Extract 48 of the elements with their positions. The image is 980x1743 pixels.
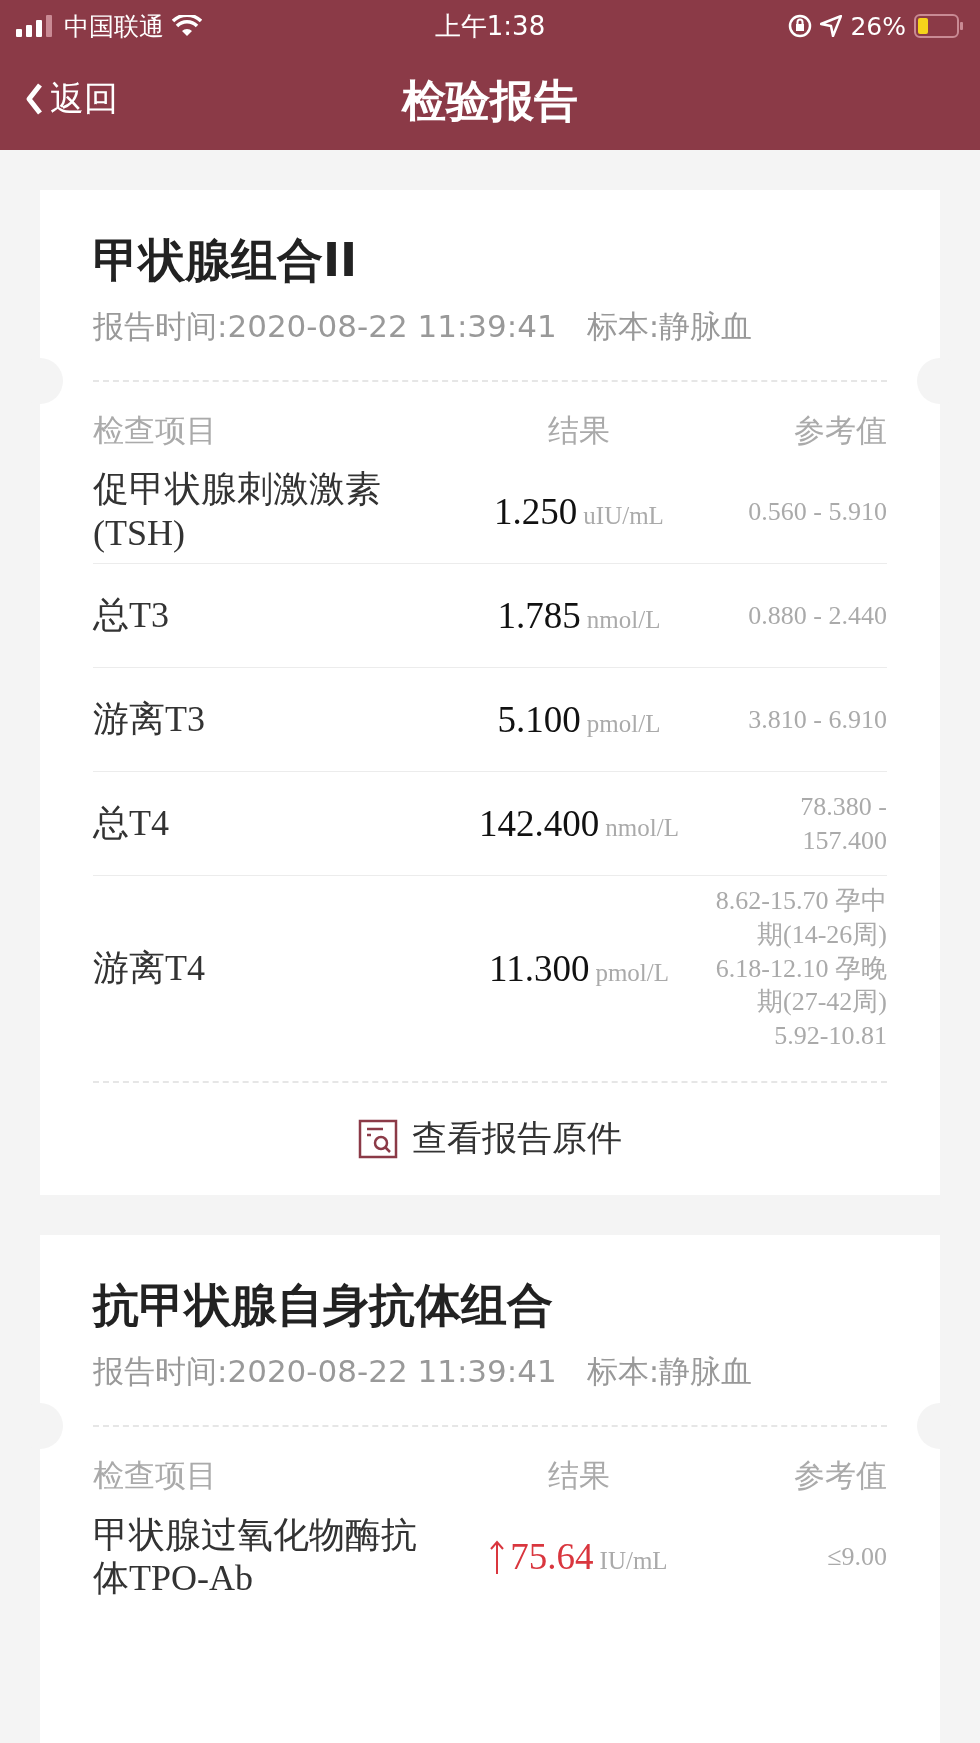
page-title: 检验报告 [402, 73, 578, 128]
reference-range: 0.560 - 5.910 [747, 495, 887, 528]
specimen-type: 标本:静脉血 [586, 307, 753, 346]
column-header: 参考值 [793, 411, 887, 450]
back-button[interactable]: 返回 [24, 76, 118, 122]
reference-range: 8.62-15.70 孕中期(14-26周) 6.18-12.10 孕晚期(27-42周) 5.92-10.81 [715, 885, 887, 1053]
result-unit: pmol/L [586, 710, 661, 738]
result-value: 1.250 [494, 490, 578, 533]
carrier-name: 中国联通 [64, 10, 164, 43]
location-arrow-icon [820, 15, 843, 37]
column-header: 检查项目 [93, 411, 218, 450]
result-unit: uIU/mL [583, 502, 664, 530]
test-name: 总T3 [93, 593, 170, 637]
test-name: 游离T4 [93, 946, 206, 990]
result-value: 75.64 [510, 1535, 594, 1579]
specimen-type: 标本:静脉血 [586, 1352, 753, 1391]
reference-range: 3.810 - 6.910 [747, 703, 887, 736]
rotation-lock-icon [788, 14, 813, 38]
battery-icon [914, 14, 964, 38]
reference-range: 0.880 - 2.440 [747, 599, 887, 632]
report-time: 报告时间:2020-08-22 11:39:41 [93, 307, 557, 346]
document-search-icon [358, 1119, 398, 1159]
status-time: 上午1:38 [434, 9, 546, 43]
result-value: 11.300 [489, 947, 590, 990]
reference-range: 78.380 - 157.400 [799, 790, 887, 857]
report-title: 抗甲状腺自身抗体组合 [93, 1277, 554, 1334]
result-value: 5.100 [497, 698, 581, 741]
result-value: 1.785 [497, 594, 581, 637]
column-header: 结果 [547, 411, 611, 450]
wifi-icon [172, 15, 202, 37]
result-value: 142.400 [479, 802, 600, 845]
column-header: 参考值 [793, 1456, 887, 1495]
reference-range: ≤9.00 [826, 1541, 887, 1574]
test-name: 总T4 [93, 801, 170, 845]
report-title: 甲状腺组合II [93, 232, 359, 289]
column-header: 结果 [547, 1456, 611, 1495]
column-header: 检查项目 [93, 1456, 218, 1495]
view-original-report-button[interactable]: 查看报告原件 [358, 1115, 622, 1163]
test-name: 促甲状腺刺激激素(TSH) [93, 468, 382, 555]
test-name: 甲状腺过氧化物酶抗体TPO-Ab [93, 1513, 418, 1600]
battery-percent: 26% [850, 11, 906, 41]
test-name: 游离T3 [93, 697, 206, 741]
result-unit: nmol/L [586, 606, 661, 634]
chevron-left-icon [24, 82, 44, 116]
result-unit: IU/mL [599, 1547, 668, 1576]
result-unit: nmol/L [605, 814, 679, 842]
result-unit: pmol/L [595, 959, 669, 987]
report-time: 报告时间:2020-08-22 11:39:41 [93, 1352, 557, 1391]
